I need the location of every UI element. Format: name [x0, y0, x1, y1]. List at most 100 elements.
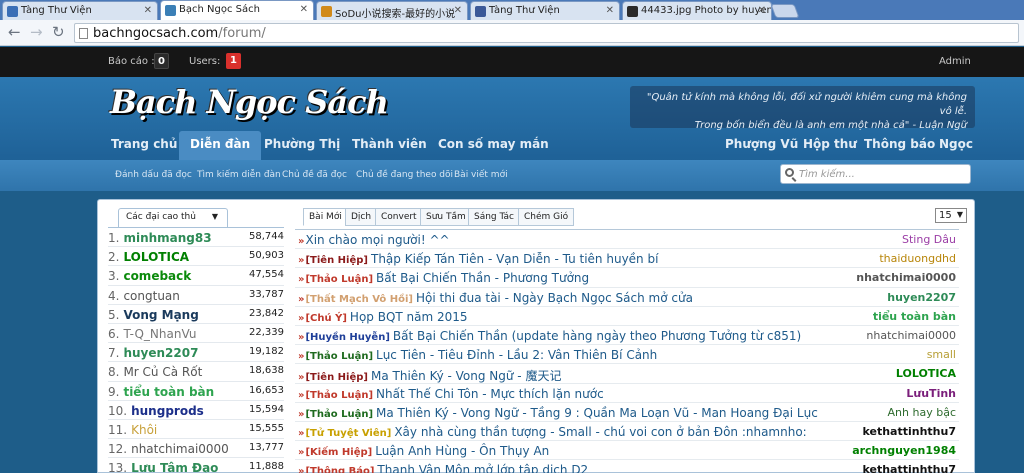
last-poster-link[interactable]: Sting Dâu [902, 233, 956, 246]
close-icon[interactable]: ✕ [300, 4, 308, 15]
close-icon[interactable]: ✕ [758, 5, 766, 16]
subnav-search-forum[interactable]: Tìm kiếm diễn đàn [197, 170, 281, 180]
browser-tab-active[interactable]: Bạch Ngọc Sách ✕ [160, 0, 314, 20]
thread-title-link[interactable]: Lục Tiên - Tiêu Đỉnh - Lầu 2: Vân Thiên … [376, 348, 657, 362]
member-score: 15,594 [249, 403, 284, 415]
thread-prefix[interactable]: [Kiếm Hiệp] [305, 447, 372, 458]
member-name-link[interactable]: hungprods [131, 404, 204, 418]
thread-title-link[interactable]: Ma Thiên Ký - Vong Ngữ - Tầng 9 : Quần M… [376, 406, 818, 420]
thread-title-link[interactable]: Bất Bại Chiến Thần (update hàng ngày the… [393, 329, 801, 343]
thread-title-link[interactable]: Luận Anh Hùng - Ôn Thụy An [375, 444, 549, 458]
back-arrow-icon[interactable]: ← [8, 25, 21, 40]
last-poster-link[interactable]: small [927, 348, 956, 361]
nav-forum[interactable]: Diễn đàn [179, 131, 262, 160]
tab-chat[interactable]: Chém Gió [518, 208, 575, 226]
thread-prefix[interactable]: [Thảo Luận] [305, 390, 373, 401]
member-name-link[interactable]: Khôi [131, 423, 157, 437]
admin-link[interactable]: Admin [939, 56, 971, 67]
thread-prefix[interactable]: [Thảo Luận] [305, 351, 373, 362]
reports-count-badge[interactable]: 0 [154, 53, 169, 69]
thread-prefix[interactable]: [Tiên Hiệp] [305, 372, 368, 382]
member-name-link[interactable]: Mr Củ Cà Rốt [123, 365, 202, 379]
member-name-link[interactable]: Lưu Tâm Đạo [131, 461, 218, 473]
top-members-dropdown[interactable]: Các đại cao thủ ▼ [118, 208, 228, 227]
member-name-link[interactable]: huyen2207 [123, 346, 198, 360]
nav-user[interactable]: Phượng Vũ [725, 137, 798, 151]
nav-inbox[interactable]: Hộp thư [803, 137, 857, 151]
thread-prefix[interactable]: [Chú Ý] [305, 313, 346, 324]
nav-marketplace[interactable]: Phường Thị [264, 137, 340, 151]
nav-home[interactable]: Trang chủ [111, 137, 177, 151]
member-score: 50,903 [249, 250, 284, 262]
last-poster-link[interactable]: thaiduongdhd [879, 252, 956, 265]
thread-prefix[interactable]: [Thảo Luận] [305, 409, 373, 420]
new-tab-button[interactable] [770, 4, 800, 18]
double-chevron-icon: » [298, 389, 305, 401]
site-logo[interactable]: Bạch Ngọc Sách [110, 83, 389, 121]
nav-lucky-number[interactable]: Con số may mắn [438, 137, 549, 151]
subnav-read-threads[interactable]: Chủ đề đã đọc [282, 170, 347, 180]
reload-icon[interactable]: ↻ [52, 25, 65, 40]
member-name-link[interactable]: comeback [123, 269, 191, 283]
member-name-link[interactable]: nhatchimai0000 [131, 442, 229, 456]
thread-prefix[interactable]: [Thông Báo] [305, 466, 374, 473]
subnav-new-posts[interactable]: Bài viết mới [454, 170, 508, 180]
last-poster-link[interactable]: archnguyen1984 [852, 444, 956, 457]
last-poster-link[interactable]: Anh hay bậc [888, 406, 956, 419]
last-poster-link[interactable]: kethattinhthu7 [862, 425, 956, 438]
member-name-link[interactable]: Vong Mạng [123, 308, 198, 322]
thread-title-link[interactable]: Nhất Thế Chi Tôn - Mực thích lặn nước [376, 387, 604, 401]
forward-arrow-icon[interactable]: → [30, 25, 43, 40]
page-size-select[interactable]: 15 ▼ [935, 208, 967, 223]
member-name-link[interactable]: LOLOTICA [123, 250, 189, 264]
member-name-link[interactable]: tiểu toàn bàn [123, 385, 214, 399]
nav-members[interactable]: Thành viên [352, 137, 427, 151]
thread-title-link[interactable]: Bất Bại Chiến Thần - Phương Tưởng [376, 271, 589, 285]
last-poster-link[interactable]: LOLOTICA [896, 367, 956, 380]
member-name-link[interactable]: minhmang83 [123, 231, 211, 245]
tab-translation[interactable]: Dịch [345, 208, 378, 226]
last-poster-link[interactable]: nhatchimai0000 [866, 329, 956, 342]
favicon-icon [321, 6, 332, 17]
list-item: 12. nhatchimai0000 13,777 [108, 439, 284, 459]
close-icon[interactable]: ✕ [454, 5, 462, 16]
last-poster-link[interactable]: tiểu toàn bàn [873, 310, 956, 323]
tab-convert[interactable]: Convert [375, 208, 423, 226]
address-bar[interactable]: bachngocsach.com/forum/ [74, 23, 1019, 43]
nav-notifications[interactable]: Thông báo [864, 137, 935, 151]
member-name-link[interactable]: T-Q_NhanVu [123, 327, 196, 341]
member-name-link[interactable]: congtuan [123, 289, 179, 303]
last-poster-link[interactable]: kethattinhthu7 [862, 463, 956, 473]
close-icon[interactable]: ✕ [606, 5, 614, 16]
browser-tab[interactable]: 44433.jpg Photo by huyen22 ✕ [622, 1, 772, 20]
favicon-icon [475, 6, 486, 17]
last-poster-link[interactable]: nhatchimai0000 [856, 271, 956, 284]
last-poster-link[interactable]: LưuTinh [906, 387, 956, 400]
thread-prefix[interactable]: [Thất Mạch Vô Hồi] [305, 294, 413, 305]
thread-title-link[interactable]: Thập Kiếp Tán Tiên - Vạn Diễn - Tu tiên … [371, 252, 658, 266]
thread-title-link[interactable]: Xin chào mọi người! ^^ [305, 233, 449, 247]
nav-gems[interactable]: Ngọc [939, 137, 973, 151]
thread-prefix[interactable]: [Tiên Hiệp] [305, 255, 368, 266]
table-row: » [Thảo Luận] Ma Thiên Ký - Vong Ngữ - Tần… [295, 403, 959, 422]
thread-title-link[interactable]: Hội thi đua tài - Ngày Bạch Ngọc Sách mở… [416, 291, 693, 305]
thread-title-link[interactable]: Ma Thiên Ký - Vong Ngữ - 魔天记 [371, 369, 561, 382]
subnav-watched-threads[interactable]: Chủ đề đang theo dõi [356, 170, 453, 180]
tab-new-posts[interactable]: Bài Mới [303, 208, 348, 226]
last-poster-link[interactable]: huyen2207 [887, 291, 956, 304]
thread-title-link[interactable]: Thanh Vân Môn mở lớp tập dịch D2 [377, 463, 588, 473]
thread-prefix[interactable]: [Huyền Huyễn] [305, 332, 389, 343]
close-icon[interactable]: ✕ [144, 5, 152, 16]
tab-collection[interactable]: Sưu Tầm [420, 208, 472, 226]
subnav-mark-read[interactable]: Đánh dấu đã đọc [115, 170, 192, 180]
thread-title-link[interactable]: Họp BQT năm 2015 [350, 310, 468, 324]
tab-original[interactable]: Sáng Tác [468, 208, 520, 226]
browser-tab[interactable]: SoDu小说搜索-最好的小说 ✕ [316, 1, 468, 20]
search-input[interactable]: Tìm kiếm... [780, 164, 971, 184]
users-count-badge[interactable]: 1 [226, 53, 241, 69]
browser-tab[interactable]: Tàng Thư Viện ✕ [2, 1, 158, 20]
thread-title-link[interactable]: Xây nhà cùng thần tượng - Small - chú vo… [394, 425, 806, 439]
thread-prefix[interactable]: [Thảo Luận] [305, 274, 373, 285]
browser-tab[interactable]: Tàng Thư Viện ✕ [470, 1, 620, 20]
thread-prefix[interactable]: [Tử Tuyệt Viên] [305, 428, 391, 439]
